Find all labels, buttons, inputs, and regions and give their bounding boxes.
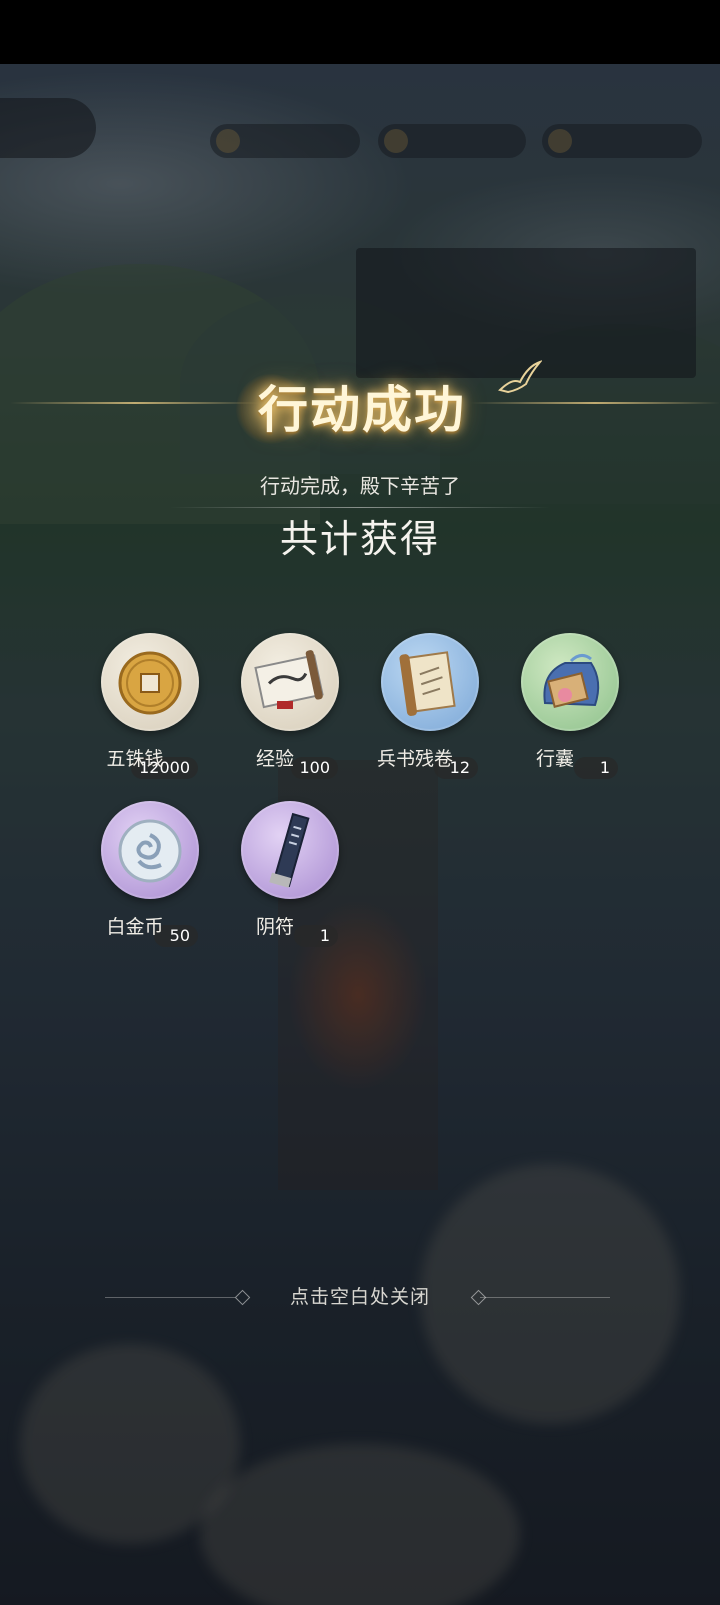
reward-item[interactable]: 1 行囊 bbox=[490, 633, 620, 783]
pouch-icon bbox=[521, 633, 619, 731]
reward-name: 兵书残卷 bbox=[376, 748, 453, 770]
book-fragment-icon bbox=[381, 633, 479, 731]
reward-name: 行囊 bbox=[535, 748, 574, 770]
reward-item[interactable]: 12000 五铢钱 bbox=[70, 633, 200, 783]
talisman-icon bbox=[241, 801, 339, 899]
status-bar bbox=[0, 0, 720, 64]
close-hint-text: 点击空白处关闭 bbox=[289, 1286, 430, 1308]
reward-item[interactable]: 100 经验 bbox=[210, 633, 340, 783]
coin-icon bbox=[101, 633, 199, 731]
close-hint[interactable]: 点击空白处关闭 bbox=[0, 1282, 720, 1312]
reward-item[interactable]: 50 白金币 bbox=[70, 801, 200, 951]
reward-name: 五铢钱 bbox=[106, 748, 164, 770]
reward-name: 白金币 bbox=[106, 916, 164, 938]
reward-item[interactable]: 12 兵书残卷 bbox=[350, 633, 480, 783]
reward-name: 经验 bbox=[255, 748, 294, 770]
total-heading: 共计获得 bbox=[279, 517, 440, 561]
banner-line-right bbox=[470, 402, 720, 404]
success-banner: 行动成功 bbox=[0, 360, 720, 450]
reward-name: 阴符 bbox=[255, 916, 294, 938]
subtitle: 行动完成，殿下辛苦了 bbox=[260, 474, 460, 498]
scroll-icon bbox=[241, 633, 339, 731]
banner-line-left bbox=[10, 402, 260, 404]
reward-item[interactable]: 1 阴符 bbox=[210, 801, 340, 951]
crane-icon bbox=[498, 360, 542, 394]
platinum-coin-icon bbox=[101, 801, 199, 899]
page-title: 行动成功 bbox=[258, 380, 466, 439]
